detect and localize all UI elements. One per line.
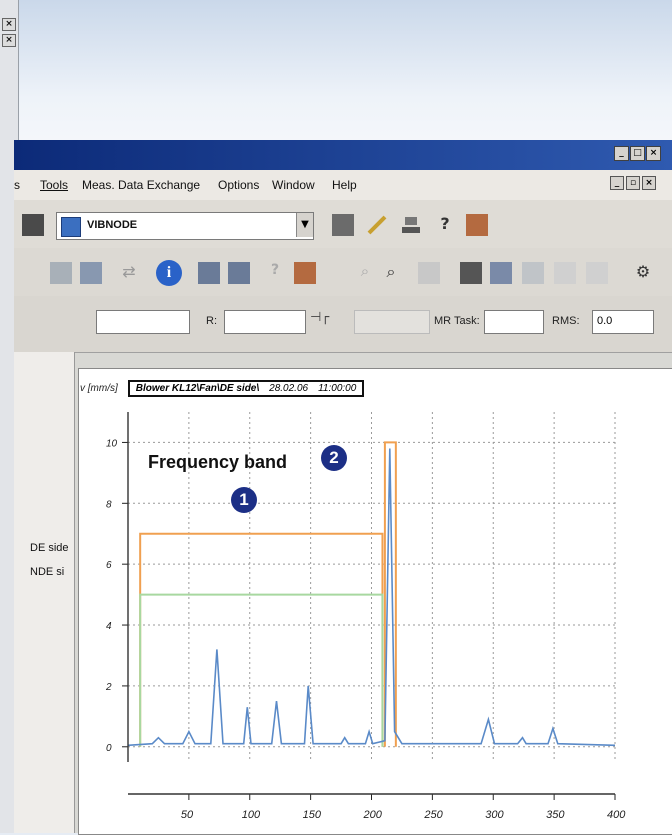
cursor-icon[interactable]: ⊣┌ bbox=[310, 310, 332, 332]
menu-tools[interactable]: Tools bbox=[40, 178, 68, 192]
r-label: R: bbox=[206, 315, 217, 327]
stamp-icon[interactable] bbox=[400, 214, 422, 236]
menu-window[interactable]: Window bbox=[272, 178, 315, 192]
marker-1: 1 bbox=[231, 487, 257, 513]
mdi-restore-icon[interactable]: ▫ bbox=[626, 176, 640, 190]
rms-value: 0.0 bbox=[597, 315, 613, 327]
measurement-tree-panel: DE side NDE si bbox=[14, 352, 75, 833]
dropdown-arrow-icon[interactable]: ▼ bbox=[296, 213, 313, 237]
disabled-field bbox=[354, 310, 430, 334]
tree-item-nde-side[interactable]: NDE si bbox=[30, 566, 64, 578]
menu-meas-data-exchange[interactable]: Meas. Data Exchange bbox=[82, 178, 200, 192]
mr-task-field[interactable] bbox=[484, 310, 544, 334]
help-icon[interactable]: ? bbox=[434, 214, 456, 236]
close-icon[interactable]: × bbox=[646, 146, 661, 161]
measurement-point: Blower KL12\Fan\DE side\ bbox=[135, 382, 260, 394]
zoom-disabled-icon: ⌕ bbox=[360, 262, 370, 280]
exit-icon[interactable] bbox=[294, 262, 316, 284]
close-icon[interactable]: × bbox=[2, 34, 16, 47]
measurement-time: 11:00:00 bbox=[318, 382, 357, 394]
menu-options[interactable]: Options bbox=[218, 178, 259, 192]
mr-task-label: MR Task: bbox=[434, 315, 480, 327]
toolbar-status: R: ⊣┌ MR Task: RMS: 0.0 bbox=[14, 296, 672, 353]
node-selector-value: VIBNODE bbox=[87, 219, 138, 231]
chart-icon[interactable] bbox=[522, 262, 544, 284]
filter-icon[interactable] bbox=[586, 262, 608, 284]
frequency-band-annotation: Frequency band bbox=[148, 452, 288, 472]
info-icon[interactable]: i bbox=[156, 260, 182, 286]
link-icon[interactable]: ⇄ bbox=[118, 262, 140, 284]
zoom-icon[interactable]: ⌕ bbox=[380, 262, 402, 284]
toolbar-main: VIBNODE ▼ ? bbox=[14, 200, 672, 248]
menu-help[interactable]: Help bbox=[332, 178, 357, 192]
marker-2: 2 bbox=[321, 445, 347, 471]
hierarchy-alt-icon[interactable] bbox=[228, 262, 250, 284]
mdi-close-icon[interactable]: × bbox=[642, 176, 656, 190]
measurement-date: 28.02.06 bbox=[269, 382, 309, 394]
y-unit-label: v [mm/s] bbox=[80, 382, 118, 394]
clipboard-icon[interactable] bbox=[332, 214, 354, 236]
database-icon[interactable] bbox=[22, 214, 44, 236]
r-field[interactable] bbox=[224, 310, 306, 334]
minimize-icon[interactable]: _ bbox=[614, 146, 629, 161]
rms-field[interactable]: 0.0 bbox=[592, 310, 654, 334]
chart-alt-icon[interactable] bbox=[554, 262, 576, 284]
tools-icon[interactable] bbox=[366, 214, 388, 236]
report-icon[interactable] bbox=[460, 262, 482, 284]
help-disabled-icon: ? bbox=[270, 262, 280, 278]
menu-bar: s Tools Meas. Data Exchange Options Wind… bbox=[14, 170, 672, 200]
tree-item-de-side[interactable]: DE side bbox=[30, 542, 69, 554]
menu-item-partial[interactable]: s bbox=[14, 178, 20, 192]
node-icon bbox=[61, 217, 81, 237]
desktop-background bbox=[0, 0, 672, 140]
list-icon[interactable] bbox=[50, 262, 72, 284]
rms-label: RMS: bbox=[552, 315, 580, 327]
close-icon[interactable]: × bbox=[2, 18, 16, 31]
settings-icon[interactable]: ⚙ bbox=[632, 262, 654, 284]
print-disabled-icon bbox=[418, 262, 440, 284]
table-icon[interactable] bbox=[490, 262, 512, 284]
toolbar-analysis: ⇄ i ? ⌕ ⌕ ⚙ bbox=[14, 248, 672, 296]
mdi-minimize-icon[interactable]: _ bbox=[610, 176, 624, 190]
spectrum-plot-area bbox=[78, 368, 672, 835]
application-window: _ □ × s Tools Meas. Data Exchange Option… bbox=[14, 140, 672, 835]
exit-icon[interactable] bbox=[466, 214, 488, 236]
maximize-icon[interactable]: □ bbox=[630, 146, 645, 161]
node-selector[interactable]: VIBNODE ▼ bbox=[56, 212, 314, 240]
status-field-1[interactable] bbox=[96, 310, 190, 334]
title-bar: _ □ × bbox=[14, 140, 672, 170]
hierarchy-icon[interactable] bbox=[198, 262, 220, 284]
tree-icon[interactable] bbox=[80, 262, 102, 284]
measurement-info-box: Blower KL12\Fan\DE side\ 28.02.06 11:00:… bbox=[127, 379, 365, 397]
chart-header: v [mm/s] Blower KL12\Fan\DE side\ 28.02.… bbox=[80, 378, 365, 398]
